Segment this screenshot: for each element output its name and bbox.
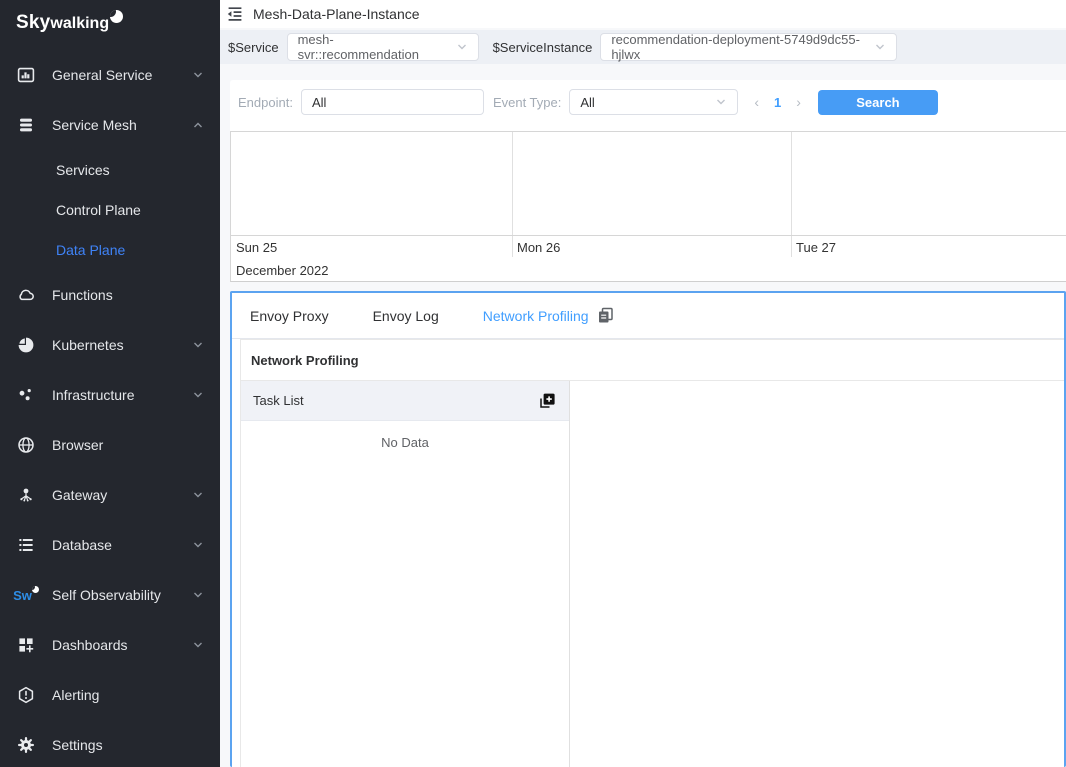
timeline-gridline bbox=[512, 132, 513, 257]
sidebar-subitem-services[interactable]: Services bbox=[0, 150, 220, 190]
tabs-bar: Envoy Proxy Envoy Log Network Profiling bbox=[232, 293, 1064, 339]
sidebar-item-dashboards[interactable]: Dashboards bbox=[0, 620, 220, 670]
chevron-up-icon bbox=[192, 119, 204, 131]
skywalking-logo[interactable]: Skywalking bbox=[0, 0, 220, 46]
sidebar-subitem-control-plane[interactable]: Control Plane bbox=[0, 190, 220, 230]
copy-icon[interactable] bbox=[597, 307, 614, 324]
chevron-down-icon bbox=[192, 339, 204, 351]
chevron-down-icon bbox=[874, 41, 886, 53]
task-list-column: Task List No Data bbox=[241, 381, 570, 767]
profiling-body: Task List No Data bbox=[241, 381, 1064, 767]
chevron-down-icon bbox=[715, 96, 727, 108]
timeline-day-label: Tue 27 bbox=[796, 240, 836, 255]
next-page-icon[interactable]: › bbox=[796, 94, 801, 110]
outdent-list-icon[interactable] bbox=[226, 5, 244, 23]
task-list-header: Task List bbox=[241, 381, 569, 421]
sidebar: Skywalking General Service Service Mesh … bbox=[0, 0, 220, 767]
sidebar-item-functions[interactable]: Functions bbox=[0, 270, 220, 320]
main-content: Mesh-Data-Plane-Instance $Service mesh-s… bbox=[220, 0, 1066, 767]
instance-detail-panel: Envoy Proxy Envoy Log Network Profiling … bbox=[230, 291, 1066, 767]
pie-circle-icon bbox=[16, 336, 36, 354]
endpoint-input[interactable] bbox=[301, 89, 484, 115]
section-title: Network Profiling bbox=[241, 340, 1064, 381]
pagination: ‹ 1 › bbox=[754, 94, 801, 110]
tab-envoy-proxy[interactable]: Envoy Proxy bbox=[250, 308, 329, 324]
sidebar-menu: General Service Service Mesh Services Co… bbox=[0, 46, 220, 767]
chart-icon bbox=[16, 66, 36, 84]
network-icon bbox=[16, 486, 36, 504]
timeline-gridline bbox=[791, 132, 792, 257]
sidebar-item-browser[interactable]: Browser bbox=[0, 420, 220, 470]
sidebar-item-self-observability[interactable]: Sw Self Observability bbox=[0, 570, 220, 620]
current-page[interactable]: 1 bbox=[774, 95, 781, 110]
network-profiling-section: Network Profiling Task List No Data bbox=[240, 339, 1064, 767]
instance-var-label: $ServiceInstance bbox=[493, 40, 593, 55]
event-type-select[interactable]: All bbox=[569, 89, 738, 115]
chevron-down-icon bbox=[192, 639, 204, 651]
chevron-down-icon bbox=[192, 69, 204, 81]
sidebar-item-settings[interactable]: Settings bbox=[0, 720, 220, 767]
page-header: Mesh-Data-Plane-Instance bbox=[220, 0, 1066, 28]
server-list-icon bbox=[16, 536, 36, 554]
cloud-icon bbox=[16, 286, 36, 304]
tab-envoy-log[interactable]: Envoy Log bbox=[373, 308, 439, 324]
dots-icon bbox=[16, 386, 36, 404]
timeline-day-label: Mon 26 bbox=[517, 240, 560, 255]
service-instance-select[interactable]: recommendation-deployment-5749d9dc55-hjl… bbox=[600, 33, 897, 61]
chevron-down-icon bbox=[192, 489, 204, 501]
gear-icon bbox=[16, 736, 36, 754]
endpoint-label: Endpoint: bbox=[238, 95, 293, 110]
events-timeline[interactable]: Sun 25 Mon 26 Tue 27 December 2022 bbox=[230, 131, 1066, 282]
sidebar-item-infrastructure[interactable]: Infrastructure bbox=[0, 370, 220, 420]
prev-page-icon[interactable]: ‹ bbox=[754, 94, 759, 110]
chevron-down-icon bbox=[456, 41, 468, 53]
grid-plus-icon bbox=[16, 636, 36, 654]
hexagon-alert-icon bbox=[16, 686, 36, 704]
sidebar-item-kubernetes[interactable]: Kubernetes bbox=[0, 320, 220, 370]
chevron-down-icon bbox=[192, 389, 204, 401]
add-task-button[interactable] bbox=[537, 391, 557, 411]
page-title: Mesh-Data-Plane-Instance bbox=[253, 6, 420, 22]
task-list-title: Task List bbox=[253, 393, 304, 408]
sidebar-item-database[interactable]: Database bbox=[0, 520, 220, 570]
sidebar-item-alerting[interactable]: Alerting bbox=[0, 670, 220, 720]
events-card: Endpoint: Event Type: All ‹ 1 › Search S… bbox=[230, 80, 1066, 282]
globe-icon bbox=[16, 436, 36, 454]
dashboard-variables-bar: $Service mesh-svr::recommendation $Servi… bbox=[220, 30, 1066, 64]
sidebar-item-gateway[interactable]: Gateway bbox=[0, 470, 220, 520]
timeline-month-label: December 2022 bbox=[236, 263, 329, 278]
search-button[interactable]: Search bbox=[818, 90, 938, 115]
timeline-axis-line bbox=[231, 235, 1066, 236]
add-task-icon bbox=[538, 391, 557, 410]
sidebar-item-service-mesh[interactable]: Service Mesh bbox=[0, 100, 220, 150]
chevron-down-icon bbox=[192, 539, 204, 551]
sidebar-subitem-data-plane[interactable]: Data Plane bbox=[0, 230, 220, 270]
event-filter-row: Endpoint: Event Type: All ‹ 1 › Search bbox=[230, 88, 1066, 116]
empty-state-text: No Data bbox=[241, 435, 569, 450]
logo-text: Sky bbox=[16, 12, 50, 34]
service-select[interactable]: mesh-svr::recommendation bbox=[287, 33, 479, 61]
service-var-label: $Service bbox=[228, 40, 279, 55]
task-detail-area bbox=[570, 381, 1064, 767]
event-type-label: Event Type: bbox=[493, 95, 561, 110]
crescent-moon-icon bbox=[110, 10, 123, 23]
sidebar-item-general-service[interactable]: General Service bbox=[0, 50, 220, 100]
layers-icon bbox=[16, 116, 36, 134]
chevron-down-icon bbox=[192, 589, 204, 601]
timeline-day-label: Sun 25 bbox=[236, 240, 277, 255]
tab-network-profiling[interactable]: Network Profiling bbox=[483, 307, 614, 324]
sw-logo-icon: Sw bbox=[16, 586, 36, 604]
